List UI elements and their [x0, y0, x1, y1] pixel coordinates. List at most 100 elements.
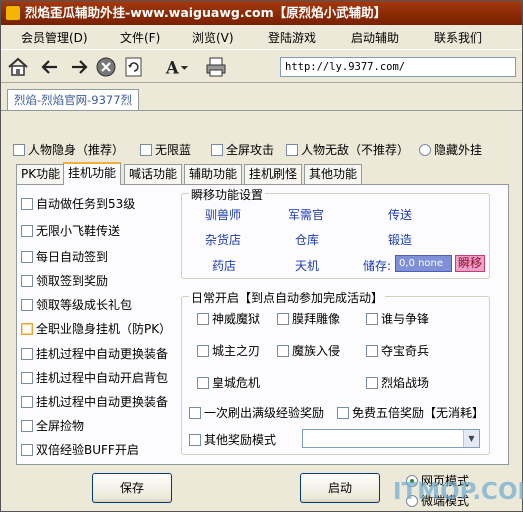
option-full-screen-attack[interactable]: 全屏攻击 [211, 141, 274, 158]
home-icon[interactable] [6, 55, 30, 79]
reward-mode-select[interactable]: ▼ [302, 429, 480, 448]
checkbox[interactable] [140, 143, 152, 156]
storage-label: 储存: [363, 259, 392, 273]
daily-option-invasion[interactable]: 魔族入侵 [277, 342, 340, 359]
app-icon [5, 5, 21, 21]
watermark: ITMOP.COM [393, 479, 523, 505]
daily-option-treasure[interactable]: 夺宝奇兵 [366, 342, 429, 359]
menu-file[interactable]: 文件(F) [120, 29, 160, 46]
checkbox[interactable] [211, 143, 223, 156]
checkbox[interactable] [21, 347, 33, 360]
tab-monster[interactable]: 挂机刷怪 [244, 164, 303, 184]
forward-arrow-icon[interactable] [67, 55, 91, 79]
teleport-link-forge[interactable]: 锻造 [388, 231, 412, 248]
radio-button[interactable] [419, 143, 431, 156]
checkbox[interactable] [21, 419, 33, 432]
start-button[interactable]: 启动 [300, 473, 380, 503]
checkbox[interactable] [21, 224, 33, 237]
address-input[interactable]: http://ly.9377.com/ [280, 57, 516, 77]
checkbox[interactable] [366, 312, 378, 325]
teleport-group-title: 瞬移功能设置 [189, 186, 266, 203]
checkbox[interactable] [21, 395, 33, 408]
option-stealth-hang[interactable]: 全职业隐身挂机（防PK） [21, 320, 171, 337]
tab-auto-hang[interactable]: 挂机功能 [63, 162, 122, 185]
daily-option-statue[interactable]: 膜拜雕像 [277, 310, 340, 327]
window-title: 烈焰歪瓜辅助外挂-www.waiguawg.com【原烈焰小武辅助】 [25, 5, 387, 20]
option-daily-signin[interactable]: 每日自动签到 [21, 248, 108, 265]
daily-option-shenwei[interactable]: 神威魔狱 [197, 310, 260, 327]
menu-login-game[interactable]: 登陆游戏 [268, 29, 316, 46]
stop-icon[interactable] [94, 55, 118, 79]
option-level-gift[interactable]: 领取等级成长礼包 [21, 296, 132, 313]
browser-tab[interactable]: 烈焰-烈焰官网-9377烈 [7, 89, 140, 111]
option-auto-bag[interactable]: 挂机过程中自动开启背包 [21, 369, 168, 386]
teleport-link-tamer[interactable]: 驯兽师 [205, 206, 241, 223]
daily-option-lord-blade[interactable]: 城主之刃 [197, 342, 260, 359]
option-quest[interactable]: 自动做任务到53级 [21, 195, 135, 212]
checkbox[interactable] [21, 371, 33, 384]
tab-pk[interactable]: PK功能 [16, 164, 66, 184]
checkbox[interactable] [189, 406, 201, 419]
daily-option-other-mode[interactable]: 其他奖励模式 [189, 431, 276, 448]
teleport-link-transport[interactable]: 传送 [388, 206, 412, 223]
chevron-down-icon[interactable]: ▼ [463, 430, 479, 447]
option-double-exp[interactable]: 双倍经验BUFF开启 [21, 441, 139, 458]
checkbox[interactable] [21, 322, 33, 335]
refresh-icon[interactable] [122, 55, 146, 79]
checkbox[interactable] [21, 274, 33, 287]
option-invisible[interactable]: 人物隐身（推荐） [13, 141, 124, 158]
app-window: 烈焰歪瓜辅助外挂-www.waiguawg.com【原烈焰小武辅助】 会员管理(… [0, 0, 523, 512]
tab-divider [1, 110, 522, 111]
daily-option-exp-refresh[interactable]: 一次刷出满级经验奖励 [189, 404, 324, 421]
teleport-link-pharmacy[interactable]: 药店 [212, 257, 236, 274]
font-icon[interactable]: A [165, 55, 189, 79]
title-bar[interactable]: 烈焰歪瓜辅助外挂-www.waiguawg.com【原烈焰小武辅助】 [1, 1, 522, 25]
option-signin-reward[interactable]: 领取签到奖励 [21, 272, 108, 289]
tab-other[interactable]: 其他功能 [304, 164, 363, 184]
daily-option-contest[interactable]: 谁与争锋 [366, 310, 429, 327]
menu-bar: 会员管理(D) 文件(F) 浏览(V) 登陆游戏 启动辅助 联系我们 [1, 27, 522, 47]
menu-contact[interactable]: 联系我们 [434, 29, 482, 46]
menu-start-assist[interactable]: 启动辅助 [351, 29, 399, 46]
option-infinite-mana[interactable]: 无限蓝 [140, 141, 191, 158]
tab-shout[interactable]: 喊话功能 [124, 164, 183, 184]
checkbox[interactable] [337, 406, 349, 419]
tab-assist[interactable]: 辅助功能 [184, 164, 243, 184]
checkbox[interactable] [366, 376, 378, 389]
checkbox[interactable] [21, 443, 33, 456]
checkbox[interactable] [286, 143, 298, 156]
teleport-link-warehouse[interactable]: 仓库 [295, 231, 319, 248]
daily-option-crisis[interactable]: 皇城危机 [197, 374, 260, 391]
daily-group-title: 日常开启【到点自动参加完成活动】 [189, 289, 386, 306]
checkbox[interactable] [197, 376, 209, 389]
checkbox[interactable] [277, 312, 289, 325]
teleport-link-grocery[interactable]: 杂货店 [205, 231, 241, 248]
teleport-link-quartermaster[interactable]: 军需官 [288, 206, 324, 223]
back-arrow-icon[interactable] [38, 55, 62, 79]
checkbox[interactable] [21, 197, 33, 210]
print-icon[interactable] [204, 55, 228, 79]
checkbox[interactable] [277, 344, 289, 357]
menu-view[interactable]: 浏览(V) [192, 29, 234, 46]
svg-text:A: A [165, 57, 180, 77]
checkbox[interactable] [197, 312, 209, 325]
checkbox[interactable] [21, 298, 33, 311]
checkbox[interactable] [197, 344, 209, 357]
menu-member[interactable]: 会员管理(D) [21, 29, 88, 46]
daily-option-battlefield[interactable]: 烈焰战场 [366, 374, 429, 391]
checkbox[interactable] [13, 143, 25, 156]
option-pickup[interactable]: 全屏捡物 [21, 417, 84, 434]
option-hide-plugin[interactable]: 隐藏外挂 [419, 141, 482, 158]
save-button[interactable]: 保存 [92, 473, 172, 503]
checkbox[interactable] [366, 344, 378, 357]
checkbox[interactable] [189, 433, 201, 446]
option-auto-equip-2[interactable]: 挂机过程中自动更换装备 [21, 393, 168, 410]
storage-value: 0,0 none [395, 255, 452, 272]
option-invincible[interactable]: 人物无敌（不推荐） [286, 141, 409, 158]
daily-option-free-reward[interactable]: 免费五倍奖励【无消耗】 [337, 404, 484, 421]
teleport-link-tianji[interactable]: 天机 [295, 257, 319, 274]
teleport-button[interactable]: 瞬移 [455, 255, 485, 272]
option-auto-equip[interactable]: 挂机过程中自动更换装备 [21, 345, 168, 362]
checkbox[interactable] [21, 250, 33, 263]
option-teleport-shoes[interactable]: 无限小飞鞋传送 [21, 222, 120, 239]
